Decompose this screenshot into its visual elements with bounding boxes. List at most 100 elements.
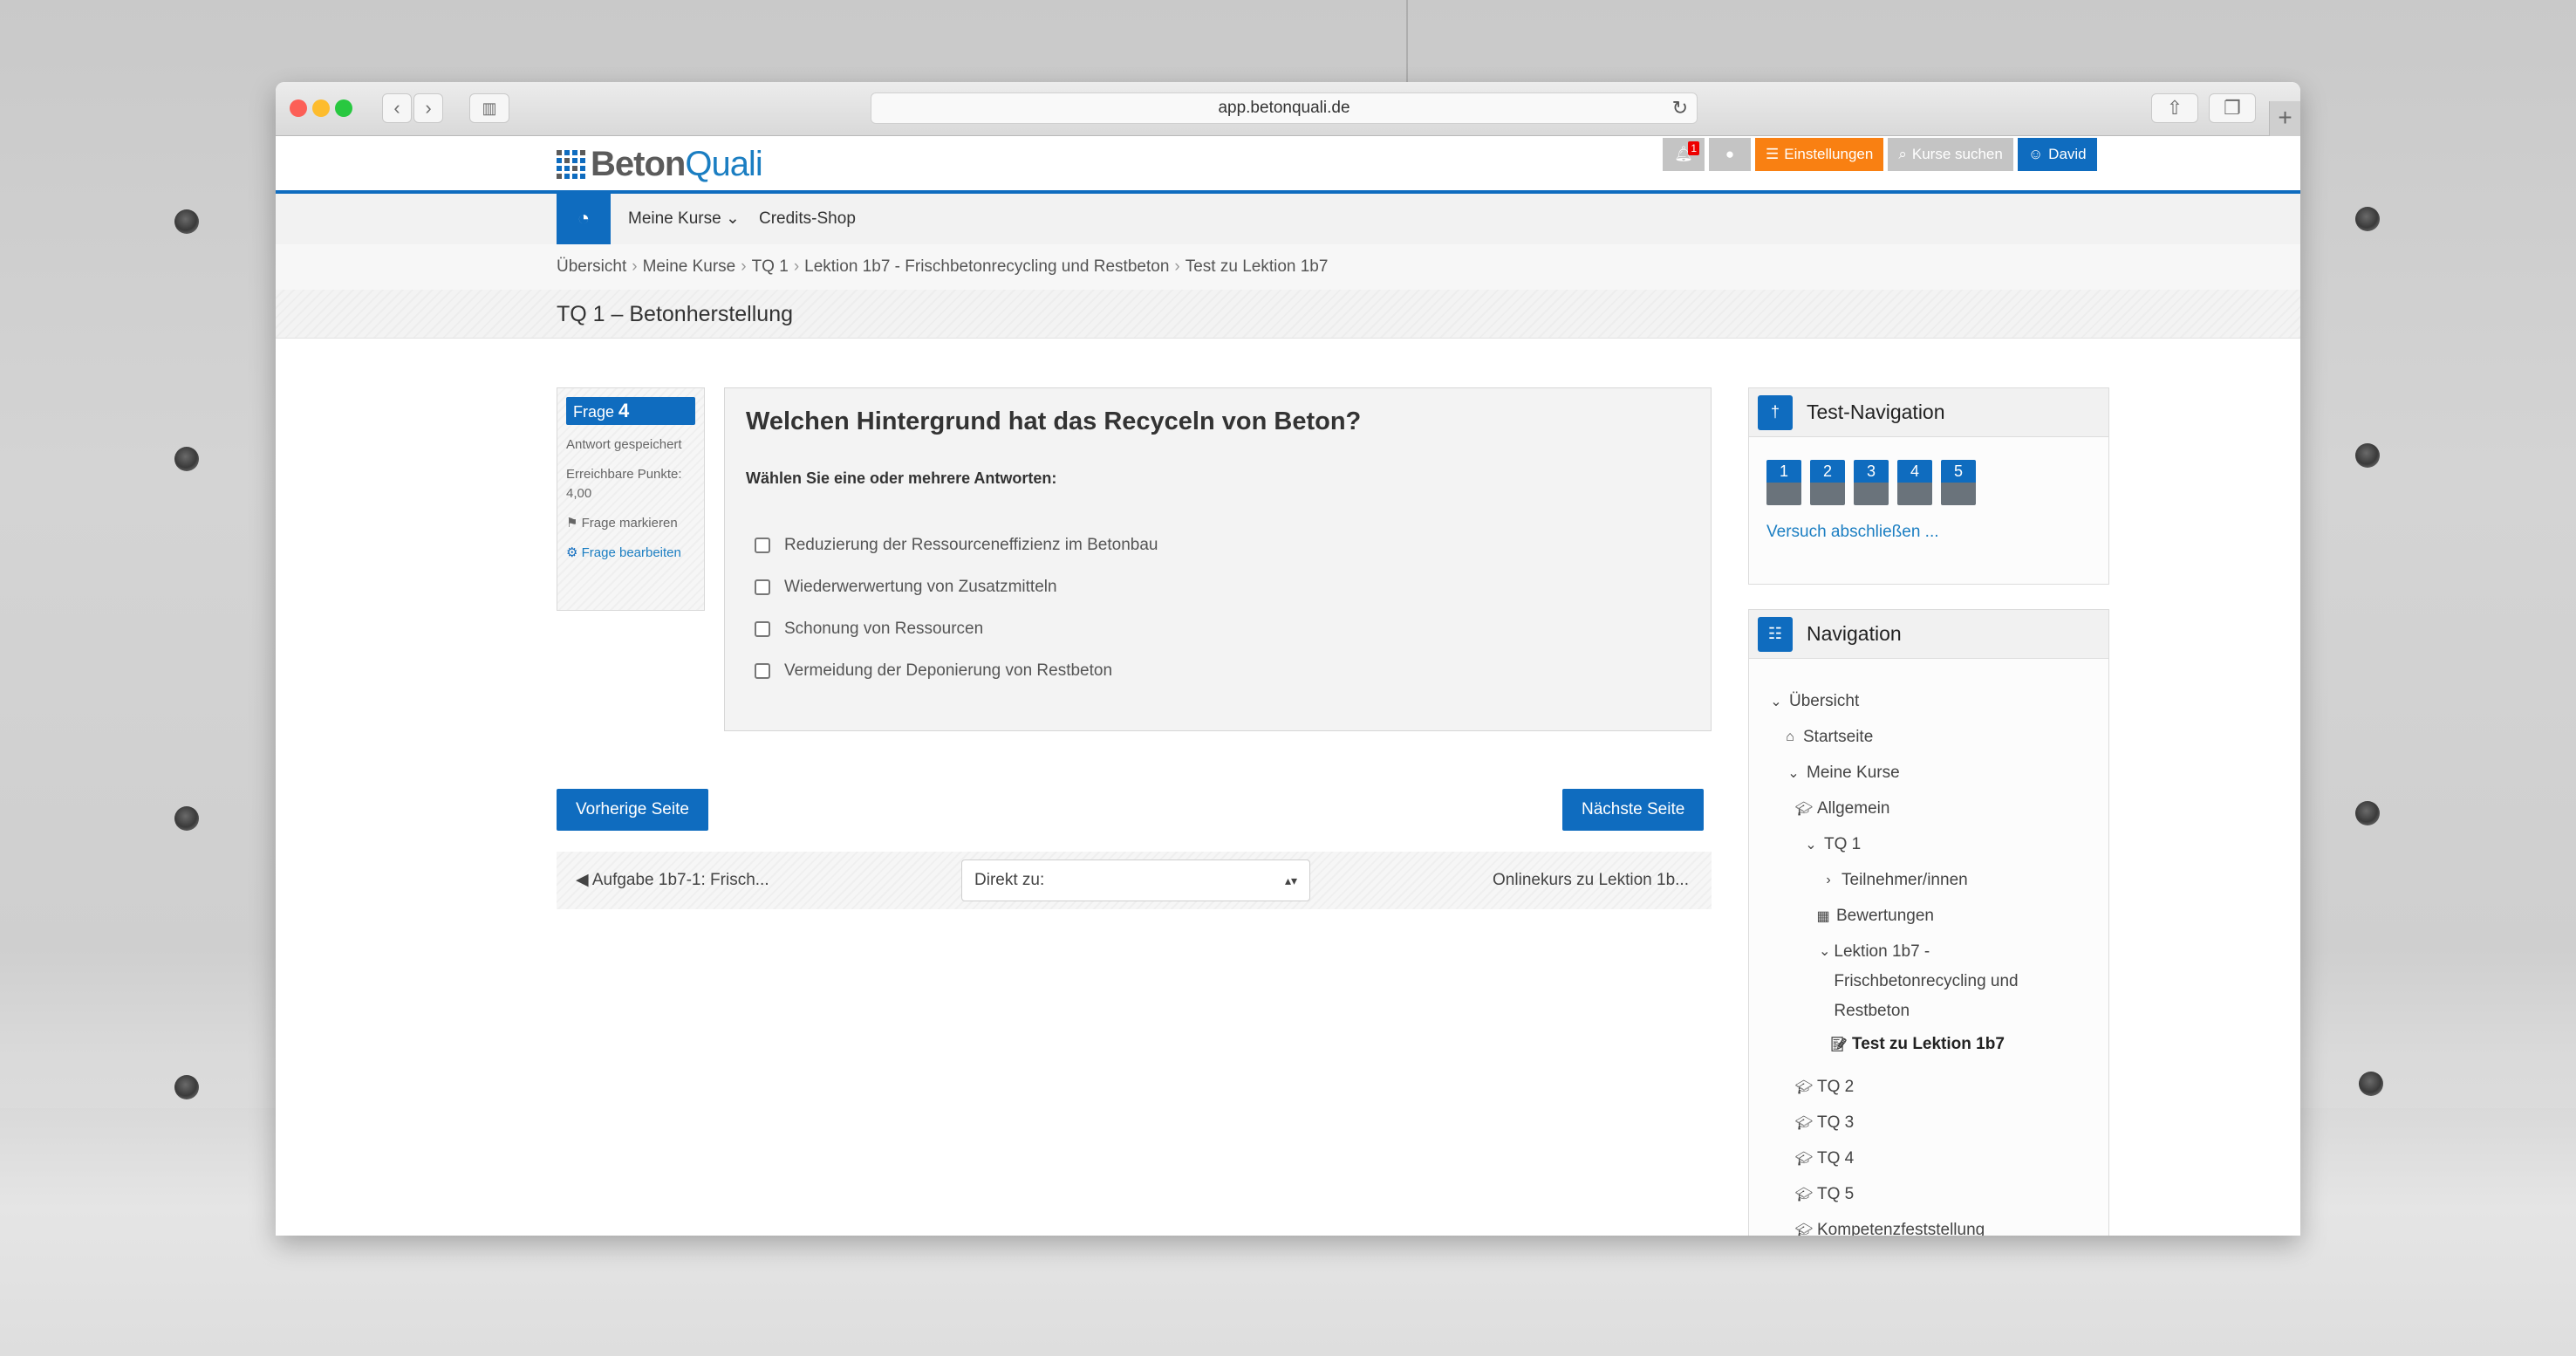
user-menu-button[interactable]: ☺ David [2017,138,2097,171]
chevron-left-icon: ‹ [393,97,400,119]
nav-tree-item[interactable]: ⌄ TQ 1 [1766,826,2108,862]
nav-tree-label: TQ 3 [1817,1113,1855,1132]
graduation-cap-icon: 🎓︎ [1794,1115,1814,1131]
nav-tree-label: Lektion 1b7 - Frischbetonrecycling und R… [1834,942,2019,1020]
breadcrumb-separator: › [741,257,747,276]
breadcrumb-separator: › [793,257,800,276]
breadcrumb-item[interactable]: TQ 1 [752,257,789,276]
answer-label: Schonung von Ressourcen [784,620,984,638]
nav-tree-item[interactable]: › Teilnehmer/innen [1766,862,2108,898]
answer-option[interactable]: Wiederwerwertung von Zusatzmitteln [746,566,1690,608]
dashboard-button[interactable]: ◔ [557,194,611,244]
nav-tree-item[interactable]: 🎓︎ TQ 3 [1766,1105,2108,1140]
jump-to-select[interactable]: Direkt zu: ▴▾ [961,859,1310,901]
answer-checkbox[interactable] [755,538,770,553]
nav-tree-label: Teilnehmer/innen [1841,870,1968,889]
tabs-overview-button[interactable]: ❐ [2209,93,2256,123]
address-bar[interactable]: app.betonquali.de ↻ [871,92,1698,124]
question-nav-button[interactable]: 4 [1897,460,1932,505]
new-tab-button[interactable]: + [2269,101,2300,136]
search-courses-label: Kurse suchen [1911,146,2003,162]
nav-tree-item[interactable]: ⌄ Lektion 1b7 - Frischbetonrecycling und … [1766,934,2108,1026]
minimize-window-button[interactable] [312,99,330,117]
question-nav-button[interactable]: 5 [1941,460,1976,505]
next-activity-link[interactable]: Onlinekurs zu Lektion 1b... [1493,852,1689,909]
wall-hole [174,447,199,471]
nav-tree-item[interactable]: ⌄ Meine Kurse [1766,755,2108,791]
answer-status: Antwort gespeichert [566,437,682,452]
back-button[interactable]: ‹ [382,93,412,123]
previous-page-button[interactable]: Vorherige Seite [557,789,708,831]
chevron-down-icon: ⌄ [1770,694,1782,709]
logo[interactable]: Beton Quali [557,144,763,183]
answer-option[interactable]: Reduzierung der Ressourceneffizienz im B… [746,524,1690,566]
flag-question-label: Frage markieren [581,516,678,531]
close-window-button[interactable] [290,99,307,117]
answer-checkbox[interactable] [755,579,770,595]
graduation-cap-icon: 🎓︎ [1794,1187,1814,1202]
chevron-down-icon: ⌄ [1787,765,1800,781]
nav-tree-item[interactable]: 🎓︎ TQ 5 [1766,1176,2108,1212]
edit-question-link[interactable]: ⚙ Frage bearbeiten [566,544,695,563]
wall-hole [174,806,199,831]
logo-text-quali: Quali [685,144,762,183]
question-nav-button[interactable]: 1 [1766,460,1801,505]
answer-label: Vermeidung der Deponierung von Restbeton [784,661,1113,680]
answer-checkbox[interactable] [755,621,770,637]
nav-tree-label: Meine Kurse [1807,763,1900,782]
breadcrumb-item-current[interactable]: Test zu Lektion 1b7 [1186,257,1329,276]
breadcrumb-item[interactable]: Lektion 1b7 - Frischbetonrecycling und R… [804,257,1169,276]
sidebar-icon: ▥ [482,99,497,117]
answer-checkbox[interactable] [755,663,770,679]
test-navigation-block: † Test-Navigation 1 2 3 4 5 Versuch absc… [1748,387,2109,585]
share-button[interactable]: ⇧ [2151,93,2198,123]
settings-button[interactable]: ☰ Einstellungen [1755,138,1884,171]
messages-button[interactable]: ● [1709,138,1751,171]
nav-tree-label: Kompetenzfeststellung [1817,1220,1985,1236]
question-nav-status [1941,483,1976,505]
nav-tree-item[interactable]: 🎓︎ TQ 4 [1766,1140,2108,1176]
wall-hole [174,209,199,234]
chevron-down-icon: ⌄ [1805,837,1817,853]
nav-tree-label: TQ 2 [1817,1077,1855,1096]
nav-tree-item[interactable]: 🎓︎ Allgemein [1766,791,2108,826]
breadcrumb-item[interactable]: Meine Kurse [643,257,736,276]
breadcrumb-item[interactable]: Übersicht [557,257,626,276]
question-nav-button[interactable]: 3 [1854,460,1889,505]
settings-label: Einstellungen [1784,146,1874,162]
wall-hole [174,1075,199,1099]
pin-icon: † [1758,394,1793,430]
nav-my-courses[interactable]: Meine Kurse ⌄ [628,194,740,244]
block-title: Test-Navigation [1807,401,1945,423]
notification-count-badge: 1 [1688,141,1699,155]
sidebar-toggle-button[interactable]: ▥ [469,93,509,123]
question-prompt: Wählen Sie eine oder mehrere Antworten: [746,469,1057,487]
nav-tree-item[interactable]: ▦ Bewertungen [1766,898,2108,934]
nav-tree-item[interactable]: ⌄ Übersicht [1766,683,2108,719]
nav-tree-item[interactable]: 🎓︎ TQ 2 [1766,1069,2108,1105]
user-name: David [2048,146,2087,162]
nav-tree-item[interactable]: 🎓︎ Kompetenzfeststellung [1766,1212,2108,1236]
answer-option[interactable]: Schonung von Ressourcen [746,608,1690,650]
block-header: † Test-Navigation [1749,388,2108,437]
answer-option[interactable]: Vermeidung der Deponierung von Restbeton [746,650,1690,692]
maximize-window-button[interactable] [335,99,352,117]
question-label: Frage [573,403,615,421]
next-page-button[interactable]: Nächste Seite [1562,789,1705,831]
finish-attempt-link[interactable]: Versuch abschließen ... [1749,505,2108,542]
browser-toolbar: ‹ › ▥ app.betonquali.de ↻ ⇧ ❐ + [276,82,2300,136]
forward-button[interactable]: › [413,93,443,123]
search-courses-button[interactable]: ⌕ Kurse suchen [1888,138,2013,171]
page-title: TQ 1 – Betonherstellung [557,302,793,326]
nav-tree-item[interactable]: ⌂ Startseite [1766,719,2108,755]
previous-activity-link[interactable]: ◀ Aufgabe 1b7-1: Frisch... [576,852,769,909]
reload-icon[interactable]: ↻ [1672,93,1688,123]
nav-tree-item-current[interactable]: 📝︎ Test zu Lektion 1b7 [1766,1026,2108,1062]
nav-tree-label: TQ 5 [1817,1184,1855,1203]
nav-credits-shop[interactable]: Credits-Shop [759,194,856,244]
question-nav-button[interactable]: 2 [1810,460,1845,505]
notifications-button[interactable]: 🔔︎ 1 [1663,138,1705,171]
flag-question-link[interactable]: ⚑ Frage markieren [566,514,695,533]
navigation-tree: ⌄ Übersicht ⌂ Startseite ⌄ Meine Kurse 🎓︎ Al… [1749,659,2108,1236]
breadcrumb-separator: › [1174,257,1180,276]
